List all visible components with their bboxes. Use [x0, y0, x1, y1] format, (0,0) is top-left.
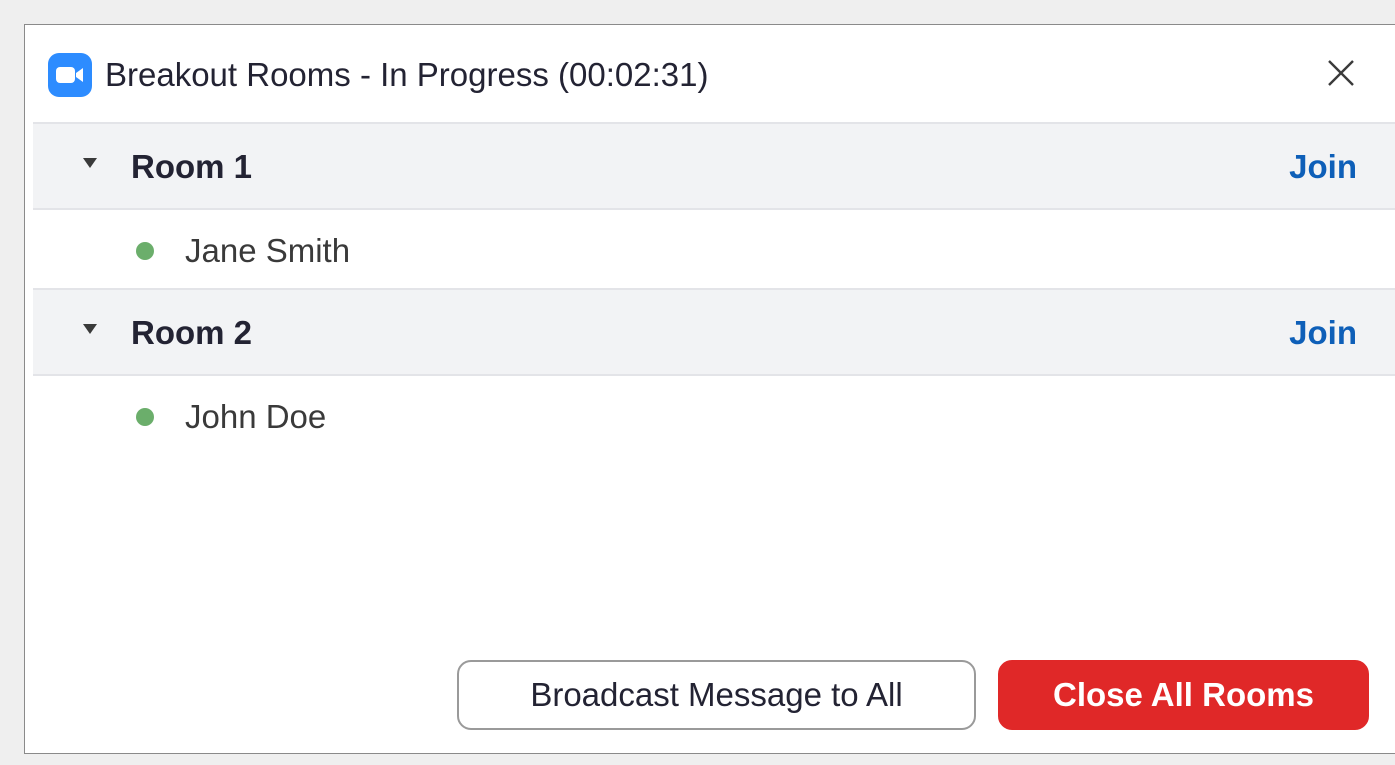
breakout-rooms-dialog: Breakout Rooms - In Progress (00:02:31) …	[24, 24, 1395, 754]
close-all-rooms-button[interactable]: Close All Rooms	[998, 660, 1369, 730]
room-header-room-1[interactable]: Room 1 Join	[33, 122, 1395, 210]
join-room-1-link[interactable]: Join	[1289, 146, 1357, 188]
status-dot	[136, 408, 154, 426]
participant-row: John Doe	[33, 376, 1395, 454]
collapse-caret-icon[interactable]	[83, 158, 97, 168]
participant-name: John Doe	[185, 398, 327, 435]
room-header-room-2[interactable]: Room 2 Join	[33, 288, 1395, 376]
close-icon[interactable]	[1323, 55, 1359, 91]
room-name: Room 2	[131, 314, 253, 351]
participant-row: Jane Smith	[33, 210, 1395, 288]
status-dot	[136, 242, 154, 260]
room-name: Room 1	[131, 148, 253, 185]
window-title: Breakout Rooms - In Progress (00:02:31)	[105, 56, 709, 93]
zoom-camera-icon	[48, 53, 92, 97]
participant-name: Jane Smith	[185, 232, 351, 269]
broadcast-message-button[interactable]: Broadcast Message to All	[457, 660, 976, 730]
title-bar: Breakout Rooms - In Progress (00:02:31)	[25, 25, 1395, 122]
collapse-caret-icon[interactable]	[83, 324, 97, 334]
join-room-2-link[interactable]: Join	[1289, 312, 1357, 354]
